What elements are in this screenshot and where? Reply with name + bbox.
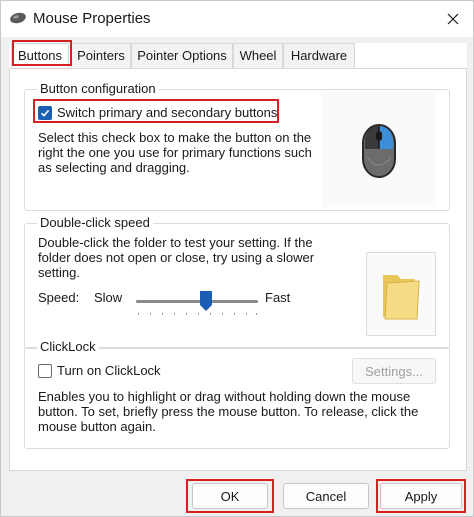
clicklock-settings-button[interactable]: Settings... <box>352 358 436 384</box>
folder-icon <box>383 275 420 320</box>
tab-pointer-options[interactable]: Pointer Options <box>131 43 233 68</box>
tab-strip: Buttons Pointers Pointer Options Wheel H… <box>9 43 467 69</box>
title-bar: Mouse Properties <box>1 1 473 37</box>
description-line: Double-click the folder to test your set… <box>38 235 313 250</box>
description-line: Enables you to highlight or drag without… <box>38 389 411 404</box>
description-line: button. To set, briefly press the mouse … <box>38 404 419 419</box>
test-folder[interactable] <box>366 252 436 336</box>
button-configuration-legend: Button configuration <box>37 81 159 96</box>
slider-tick <box>150 313 151 315</box>
slider-tick <box>222 313 223 315</box>
description-line: as selecting and dragging. <box>38 160 190 175</box>
clicklock-legend: ClickLock <box>37 339 99 354</box>
ok-button[interactable]: OK <box>192 483 268 509</box>
clicklock-description: Enables you to highlight or drag without… <box>38 389 418 434</box>
slow-label: Slow <box>94 290 123 305</box>
apply-button[interactable]: Apply <box>380 483 462 509</box>
slider-tick <box>198 313 199 315</box>
window-title: Mouse Properties <box>33 10 151 27</box>
slider-tick <box>210 313 211 315</box>
cancel-button[interactable]: Cancel <box>283 483 369 509</box>
slider-tick <box>256 313 257 315</box>
description-line: Select this check box to make the button… <box>38 130 312 145</box>
button-configuration-description: Select this check box to make the button… <box>38 130 312 175</box>
description-line: setting. <box>38 265 80 280</box>
slider-tick <box>234 313 235 315</box>
switch-buttons-checkbox[interactable] <box>38 105 52 120</box>
description-line: mouse button again. <box>38 419 156 434</box>
checkmark-icon <box>40 109 50 117</box>
slider-tick <box>174 313 175 315</box>
tab-panel-buttons: Button configuration Switch primary and … <box>9 68 467 471</box>
slider-tick <box>246 313 247 315</box>
speed-label: Speed: <box>38 290 80 305</box>
clicklock-checkbox[interactable] <box>38 363 52 378</box>
mouse-properties-dialog: Mouse Properties Buttons Pointers Pointe… <box>0 0 474 517</box>
tab-hardware[interactable]: Hardware <box>283 43 355 68</box>
mouse-app-icon <box>10 12 26 24</box>
double-click-legend: Double-click speed <box>37 215 153 230</box>
slider-tick <box>138 313 139 315</box>
description-line: folder does not open or close, try using… <box>38 250 315 265</box>
clicklock-label: Turn on ClickLock <box>57 363 161 378</box>
mouse-device-icon <box>362 124 396 178</box>
switch-buttons-label: Switch primary and secondary buttons <box>57 105 278 120</box>
slider-thumb-icon[interactable] <box>200 291 212 311</box>
description-line: right the one you use for primary functi… <box>38 145 312 160</box>
tab-pointers[interactable]: Pointers <box>71 43 131 68</box>
switch-buttons-checkbox-row[interactable]: Switch primary and secondary buttons <box>38 105 277 120</box>
tab-buttons[interactable]: Buttons <box>11 43 69 69</box>
slider-tick <box>186 313 187 315</box>
close-icon <box>447 13 459 25</box>
mouse-preview <box>321 91 436 207</box>
double-click-description: Double-click the folder to test your set… <box>38 235 314 280</box>
tab-wheel[interactable]: Wheel <box>233 43 283 68</box>
fast-label: Fast <box>265 290 291 305</box>
speed-slider-track[interactable] <box>136 300 258 303</box>
slider-tick <box>162 313 163 315</box>
close-button[interactable] <box>433 1 473 37</box>
clicklock-checkbox-row[interactable]: Turn on ClickLock <box>38 363 161 378</box>
